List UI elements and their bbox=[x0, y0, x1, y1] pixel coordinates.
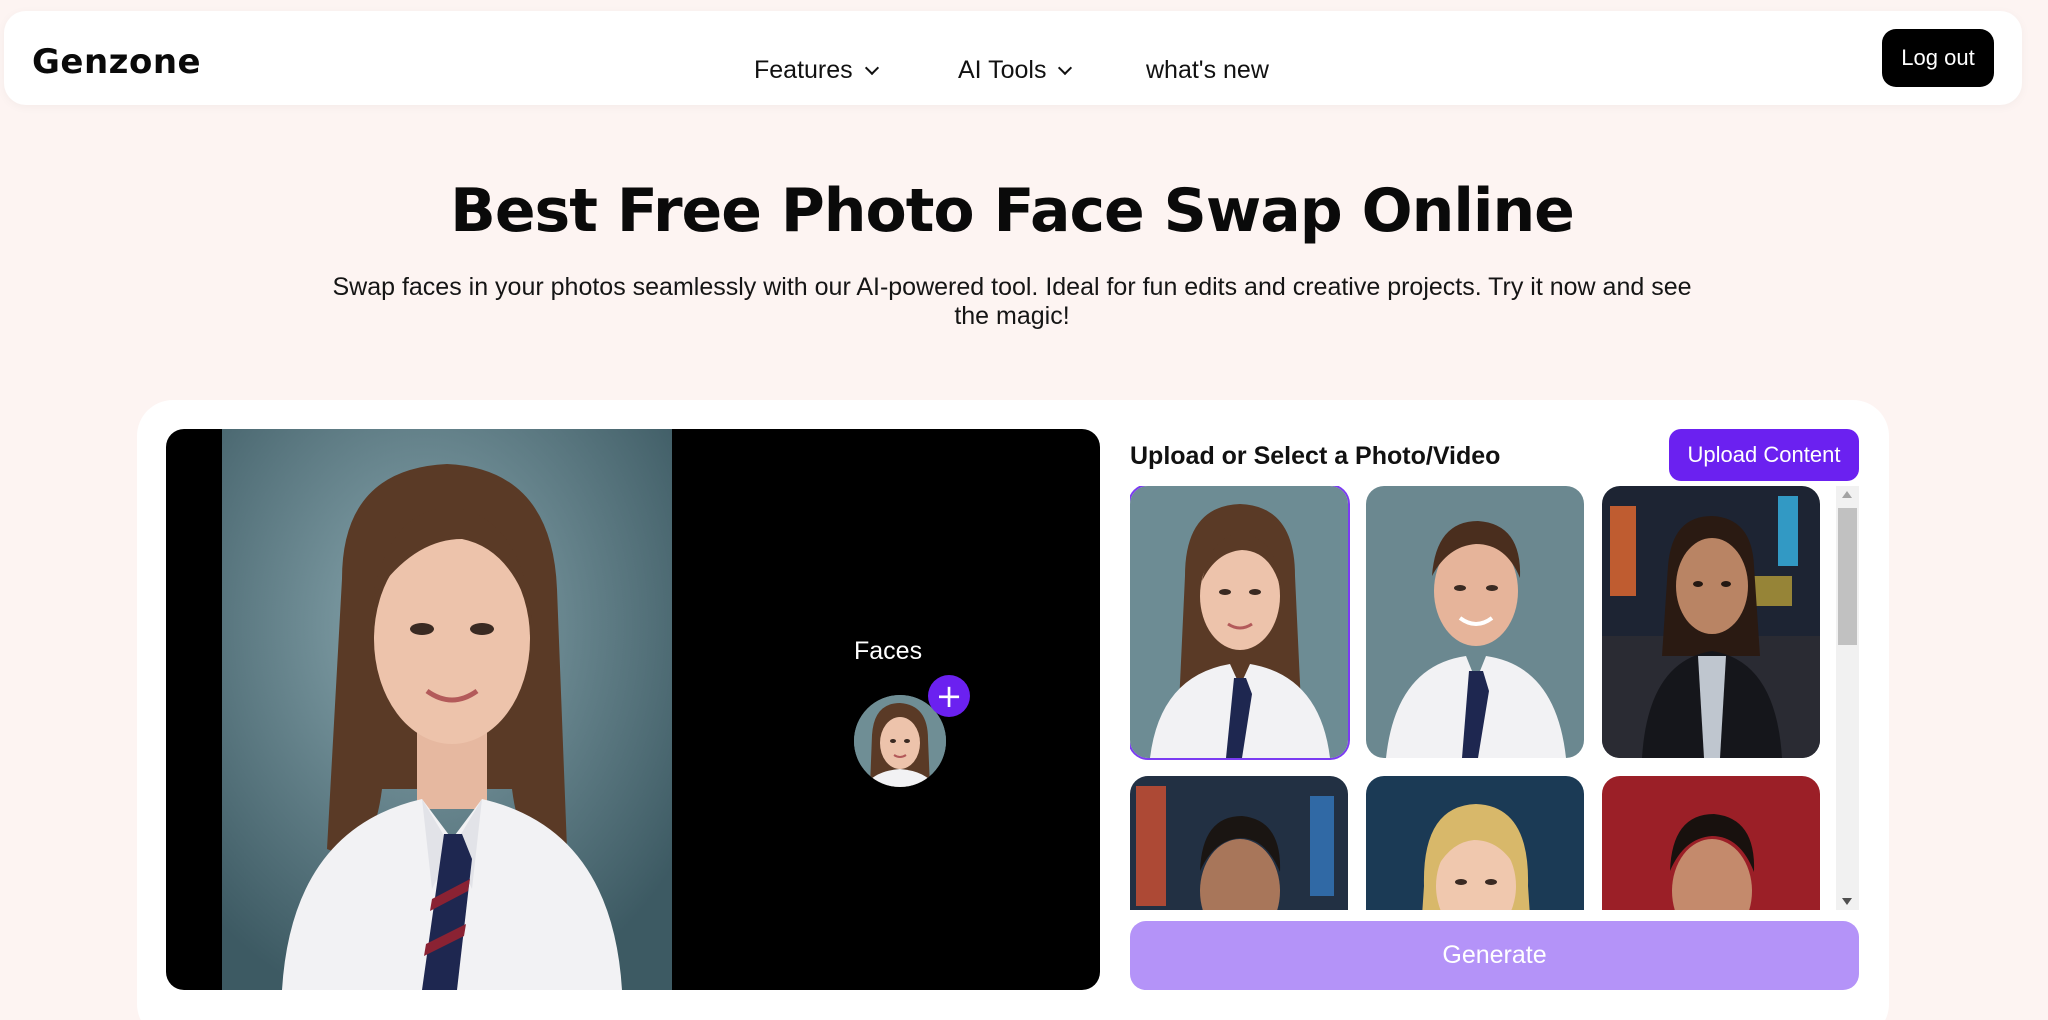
scroll-up-arrow-icon[interactable] bbox=[1836, 486, 1859, 504]
nav-whats-new-link[interactable]: what's new bbox=[1146, 55, 1269, 85]
gallery-image bbox=[1602, 486, 1820, 758]
nav-whats-new-label: what's new bbox=[1146, 56, 1269, 84]
preview-canvas: Faces + bbox=[166, 429, 1100, 990]
top-navbar: Genzone Features AI Tools what's new Log… bbox=[4, 11, 2022, 105]
page-title: Best Free Photo Face Swap Online bbox=[450, 176, 1575, 246]
gallery-scrollbar[interactable] bbox=[1836, 486, 1859, 910]
gallery-item-woman-city-night[interactable] bbox=[1602, 486, 1820, 758]
preview-photo bbox=[222, 429, 672, 990]
gallery-image bbox=[1366, 486, 1584, 758]
nav-ai-tools-label: AI Tools bbox=[958, 56, 1047, 84]
chevron-down-icon bbox=[864, 60, 879, 76]
gallery-item-woman-red-carpet[interactable] bbox=[1366, 776, 1584, 910]
logout-button[interactable]: Log out bbox=[1882, 29, 1994, 87]
chevron-down-icon bbox=[1058, 60, 1073, 76]
scroll-down-arrow-icon[interactable] bbox=[1836, 892, 1859, 910]
gallery-item-boy-uniform[interactable] bbox=[1366, 486, 1584, 758]
gallery-item-girl-uniform[interactable] bbox=[1130, 486, 1348, 758]
gallery-item-man-city[interactable] bbox=[1130, 776, 1348, 910]
faces-label: Faces bbox=[854, 637, 923, 665]
gallery-image bbox=[1130, 486, 1348, 758]
girl-portrait-image bbox=[222, 429, 672, 990]
sample-gallery bbox=[1130, 486, 1833, 910]
gallery-image bbox=[1366, 776, 1584, 910]
face-swap-card: Faces + Upload or Select a Photo/Video U… bbox=[137, 400, 1889, 1020]
add-face-button[interactable]: + bbox=[928, 675, 970, 717]
nav-ai-tools-dropdown[interactable]: AI Tools bbox=[958, 55, 1073, 85]
upload-content-button[interactable]: Upload Content bbox=[1669, 429, 1859, 481]
gallery-image bbox=[1130, 776, 1348, 910]
gallery-image bbox=[1602, 776, 1820, 910]
page-subtitle: Swap faces in your photos seamlessly wit… bbox=[332, 273, 1692, 330]
plus-icon: + bbox=[935, 677, 963, 715]
genzone-logo[interactable]: Genzone bbox=[32, 45, 201, 79]
panel-title: Upload or Select a Photo/Video bbox=[1130, 442, 1501, 470]
nav-features-dropdown[interactable]: Features bbox=[754, 55, 879, 85]
gallery-item-man-red-carpet[interactable] bbox=[1602, 776, 1820, 910]
generate-button[interactable]: Generate bbox=[1130, 921, 1859, 990]
scrollbar-thumb[interactable] bbox=[1838, 508, 1857, 645]
nav-features-label: Features bbox=[754, 56, 853, 84]
